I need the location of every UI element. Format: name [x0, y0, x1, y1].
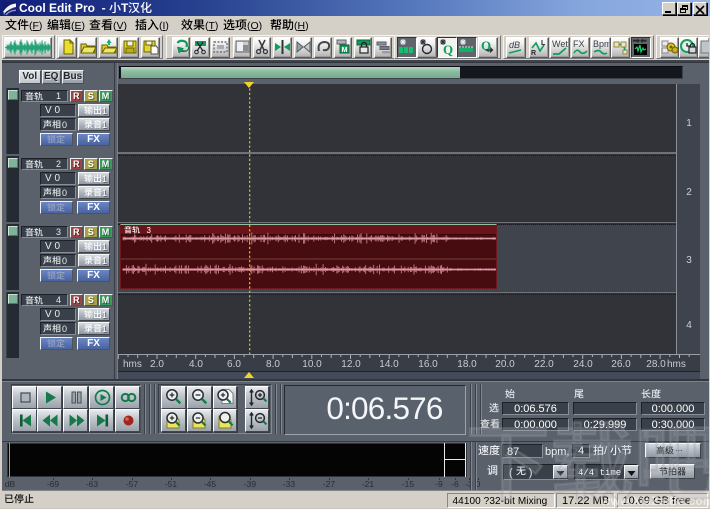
svg-text:Q: Q: [443, 42, 453, 57]
svg-text:dB: dB: [509, 40, 520, 50]
svg-text:FX: FX: [573, 39, 585, 49]
svg-text:M: M: [341, 47, 347, 54]
svg-text:Wet: Wet: [552, 39, 568, 49]
svg-text:L: L: [541, 40, 546, 47]
svg-text:Bpm: Bpm: [593, 39, 609, 49]
svg-text:R: R: [531, 50, 536, 57]
